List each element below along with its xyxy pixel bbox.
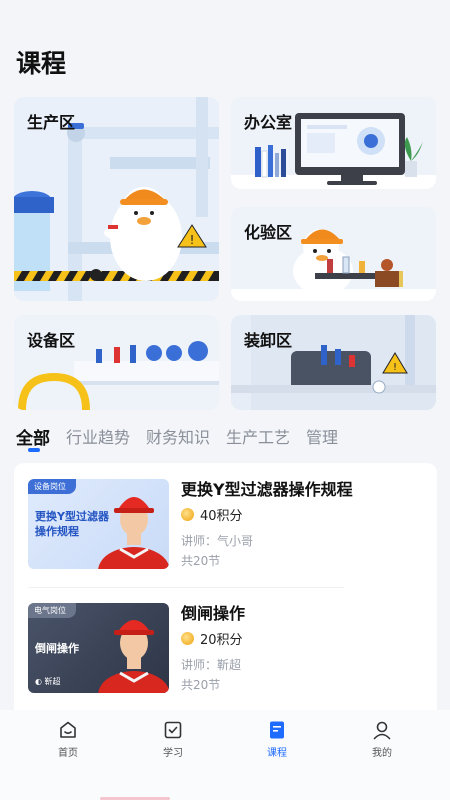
course-book-icon bbox=[270, 721, 284, 739]
course-item[interactable]: 电气岗位 倒闸操作 ◐ 靳超 倒闸操作 20积分 讲师：靳超 共20节 bbox=[28, 603, 428, 695]
course-lessons: 共20节 bbox=[181, 678, 221, 692]
area-label-office: 办公室 bbox=[244, 113, 293, 132]
course-thumbnail: 设备岗位 更换Y型过滤器操作规程 bbox=[28, 479, 169, 569]
page-title: 课程 bbox=[16, 49, 67, 78]
course-title: 倒闸操作 bbox=[181, 604, 246, 623]
nav-study[interactable]: 学习 bbox=[143, 720, 203, 759]
tab-production-process[interactable]: 生产工艺 bbox=[226, 424, 290, 449]
course-item[interactable]: 设备岗位 更换Y型过滤器操作规程 更换Y型过滤器操作规程 40积分 讲师：气小哥… bbox=[28, 479, 428, 571]
nav-course-label: 课程 bbox=[267, 748, 287, 759]
category-tabs: 全部 行业趋势 财务知识 生产工艺 管理 bbox=[16, 424, 354, 449]
tab-all[interactable]: 全部 bbox=[16, 424, 50, 449]
svg-text:!: ! bbox=[190, 233, 195, 247]
svg-text:!: ! bbox=[393, 362, 397, 373]
checklist-icon bbox=[164, 721, 182, 739]
course-lessons: 共20节 bbox=[181, 554, 221, 568]
course-thumbnail: 电气岗位 倒闸操作 ◐ 靳超 bbox=[28, 603, 169, 693]
course-tag: 电气岗位 bbox=[28, 603, 76, 618]
user-icon bbox=[373, 721, 391, 740]
area-card-equipment[interactable]: 设备区 bbox=[14, 315, 219, 410]
nav-home[interactable]: 首页 bbox=[38, 720, 98, 759]
tab-industry-trends[interactable]: 行业趋势 bbox=[66, 424, 130, 449]
course-points: 20积分 bbox=[181, 629, 421, 648]
active-tab-indicator bbox=[28, 448, 40, 452]
coin-icon bbox=[181, 508, 194, 521]
thumbnail-title: 更换Y型过滤器操作规程 bbox=[35, 510, 109, 538]
nav-home-label: 首页 bbox=[58, 748, 78, 759]
tab-management[interactable]: 管理 bbox=[306, 424, 338, 449]
area-card-production[interactable]: 生产区 ! bbox=[14, 97, 219, 301]
area-label-lab: 化验区 bbox=[244, 223, 293, 242]
area-label-equipment: 设备区 bbox=[27, 331, 76, 350]
nav-study-label: 学习 bbox=[163, 748, 183, 759]
bottom-nav: 首页 学习 课程 我的 bbox=[0, 710, 450, 800]
thumbnail-title: 倒闸操作 bbox=[35, 642, 79, 655]
course-instructor: 讲师：靳超 bbox=[181, 658, 242, 672]
course-info: 倒闸操作 20积分 讲师：靳超 共20节 bbox=[181, 603, 421, 693]
course-points: 40积分 bbox=[181, 505, 421, 524]
thumbnail-author: ◐ 靳超 bbox=[35, 677, 61, 686]
nav-mine[interactable]: 我的 bbox=[352, 720, 412, 759]
coin-icon bbox=[181, 632, 194, 645]
area-card-loading[interactable]: 装卸区 ! bbox=[231, 315, 436, 410]
course-tag: 设备岗位 bbox=[28, 479, 76, 494]
area-label-loading: 装卸区 bbox=[244, 331, 293, 350]
area-card-lab[interactable]: 化验区 bbox=[231, 207, 436, 301]
points-value: 20积分 bbox=[200, 633, 243, 648]
tab-finance[interactable]: 财务知识 bbox=[146, 424, 210, 449]
nav-course[interactable]: 课程 bbox=[247, 720, 307, 759]
course-info: 更换Y型过滤器操作规程 40积分 讲师：气小哥 共20节 bbox=[181, 479, 421, 569]
nav-mine-label: 我的 bbox=[372, 748, 392, 759]
course-title: 更换Y型过滤器操作规程 bbox=[181, 480, 353, 499]
course-instructor: 讲师：气小哥 bbox=[181, 534, 254, 548]
home-icon bbox=[60, 721, 76, 738]
divider bbox=[28, 587, 344, 588]
points-value: 40积分 bbox=[200, 509, 243, 524]
course-list: 设备岗位 更换Y型过滤器操作规程 更换Y型过滤器操作规程 40积分 讲师：气小哥… bbox=[14, 463, 437, 723]
area-card-office[interactable]: 办公室 bbox=[231, 97, 436, 189]
area-label-production: 生产区 bbox=[27, 113, 76, 132]
